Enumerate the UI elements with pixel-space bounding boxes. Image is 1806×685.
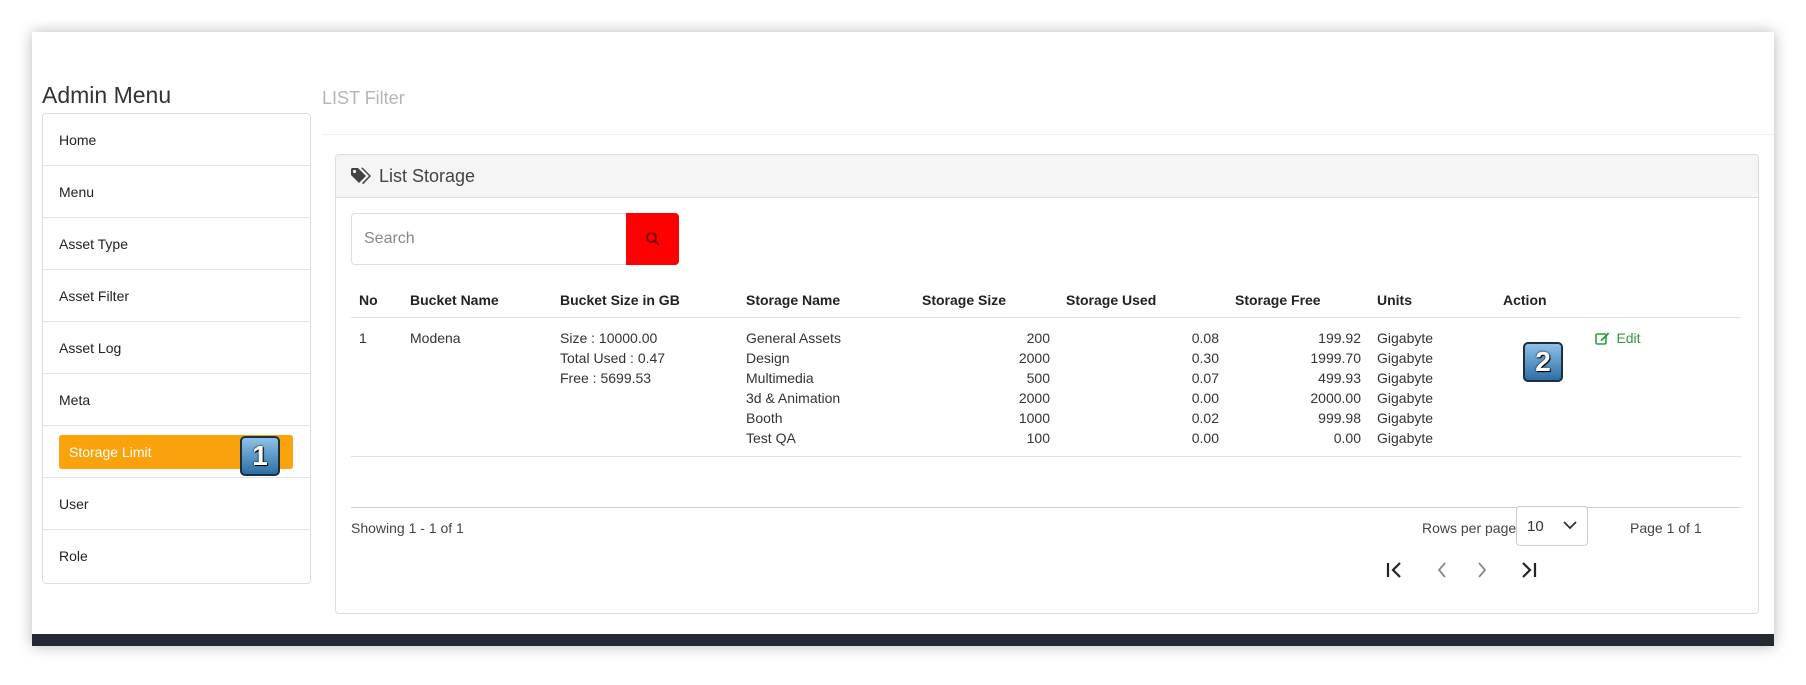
sidebar-item-role[interactable]: Role — [43, 530, 310, 582]
cell-bucket-name: Modena — [402, 317, 552, 457]
col-storage-used: Storage Used — [1058, 283, 1227, 318]
sidebar-menu: Home Menu Asset Type Asset Filter Asset … — [42, 113, 311, 584]
sidebar-item-user[interactable]: User — [43, 478, 310, 530]
first-page-icon — [1386, 562, 1401, 578]
storage-table: No Bucket Name Bucket Size in GB Storage… — [351, 283, 1741, 457]
sidebar-item-storage-limit[interactable]: Storage Limit 1 — [43, 426, 310, 478]
footer-bar — [32, 634, 1774, 646]
col-storage-free: Storage Free — [1227, 283, 1369, 318]
tags-icon — [351, 167, 371, 185]
chevron-left-icon — [1437, 562, 1446, 578]
sidebar-item-asset-log[interactable]: Asset Log — [43, 322, 310, 374]
chevron-down-icon — [1563, 521, 1577, 530]
sidebar-item-asset-type[interactable]: Asset Type — [43, 218, 310, 270]
col-no: No — [351, 283, 402, 318]
list-filter-title: LIST Filter — [322, 88, 405, 108]
col-action: Action — [1495, 283, 1741, 318]
previous-page-button[interactable] — [1427, 555, 1457, 585]
cell-storage-sizes: 200 2000 500 2000 1000 100 — [914, 317, 1058, 457]
last-page-icon — [1522, 562, 1537, 578]
col-storage-name: Storage Name — [738, 283, 914, 318]
col-storage-size: Storage Size — [914, 283, 1058, 318]
search-bar — [351, 213, 679, 267]
search-button[interactable] — [626, 213, 679, 265]
table-header-row: No Bucket Name Bucket Size in GB Storage… — [351, 283, 1741, 318]
panel-title: List Storage — [379, 165, 476, 186]
cell-storage-names: General Assets Design Multimedia 3d & An… — [738, 317, 914, 457]
step-marker-2: 2 — [1523, 342, 1563, 382]
cell-action: Edit 2 — [1495, 317, 1741, 457]
col-units: Units — [1369, 283, 1495, 318]
next-page-button[interactable] — [1467, 555, 1497, 585]
first-page-button[interactable] — [1380, 555, 1410, 585]
cell-units: Gigabyte Gigabyte Gigabyte Gigabyte Giga… — [1369, 317, 1495, 457]
showing-count: Showing 1 - 1 of 1 — [351, 520, 464, 536]
search-icon — [645, 232, 660, 246]
col-bucket-name: Bucket Name — [402, 283, 552, 318]
edit-icon — [1595, 332, 1610, 345]
chevron-right-icon — [1478, 562, 1487, 578]
sidebar-item-menu[interactable]: Menu — [43, 166, 310, 218]
rows-per-page-label: Rows per page — [1422, 520, 1517, 536]
step-marker-1: 1 — [240, 436, 280, 476]
admin-menu-title: Admin Menu — [42, 82, 172, 108]
cell-no: 1 — [351, 317, 402, 457]
sidebar-item-meta[interactable]: Meta — [43, 374, 310, 426]
last-page-button[interactable] — [1513, 555, 1543, 585]
header-divider — [322, 134, 1774, 135]
col-bucket-size: Bucket Size in GB — [552, 283, 738, 318]
sidebar-item-home[interactable]: Home — [43, 114, 310, 166]
search-input[interactable] — [351, 213, 626, 265]
edit-button[interactable]: Edit — [1595, 328, 1641, 348]
app-window: Admin Menu Home Menu Asset Type Asset Fi… — [32, 32, 1774, 646]
cell-bucket-size: Size : 10000.00 Total Used : 0.47 Free :… — [552, 317, 738, 457]
cell-storage-used: 0.08 0.30 0.07 0.00 0.02 0.00 — [1058, 317, 1227, 457]
list-storage-panel: List Storage No Bucket Name Bucket Size … — [335, 154, 1759, 614]
table-row: 1 Modena Size : 10000.00 Total Used : 0.… — [351, 317, 1741, 457]
page-indicator: Page 1 of 1 — [1630, 520, 1702, 536]
cell-storage-free: 199.92 1999.70 499.93 2000.00 999.98 0.0… — [1227, 317, 1369, 457]
sidebar-item-asset-filter[interactable]: Asset Filter — [43, 270, 310, 322]
rows-per-page-select[interactable]: 10 — [1516, 506, 1588, 546]
panel-header: List Storage — [336, 155, 1758, 198]
